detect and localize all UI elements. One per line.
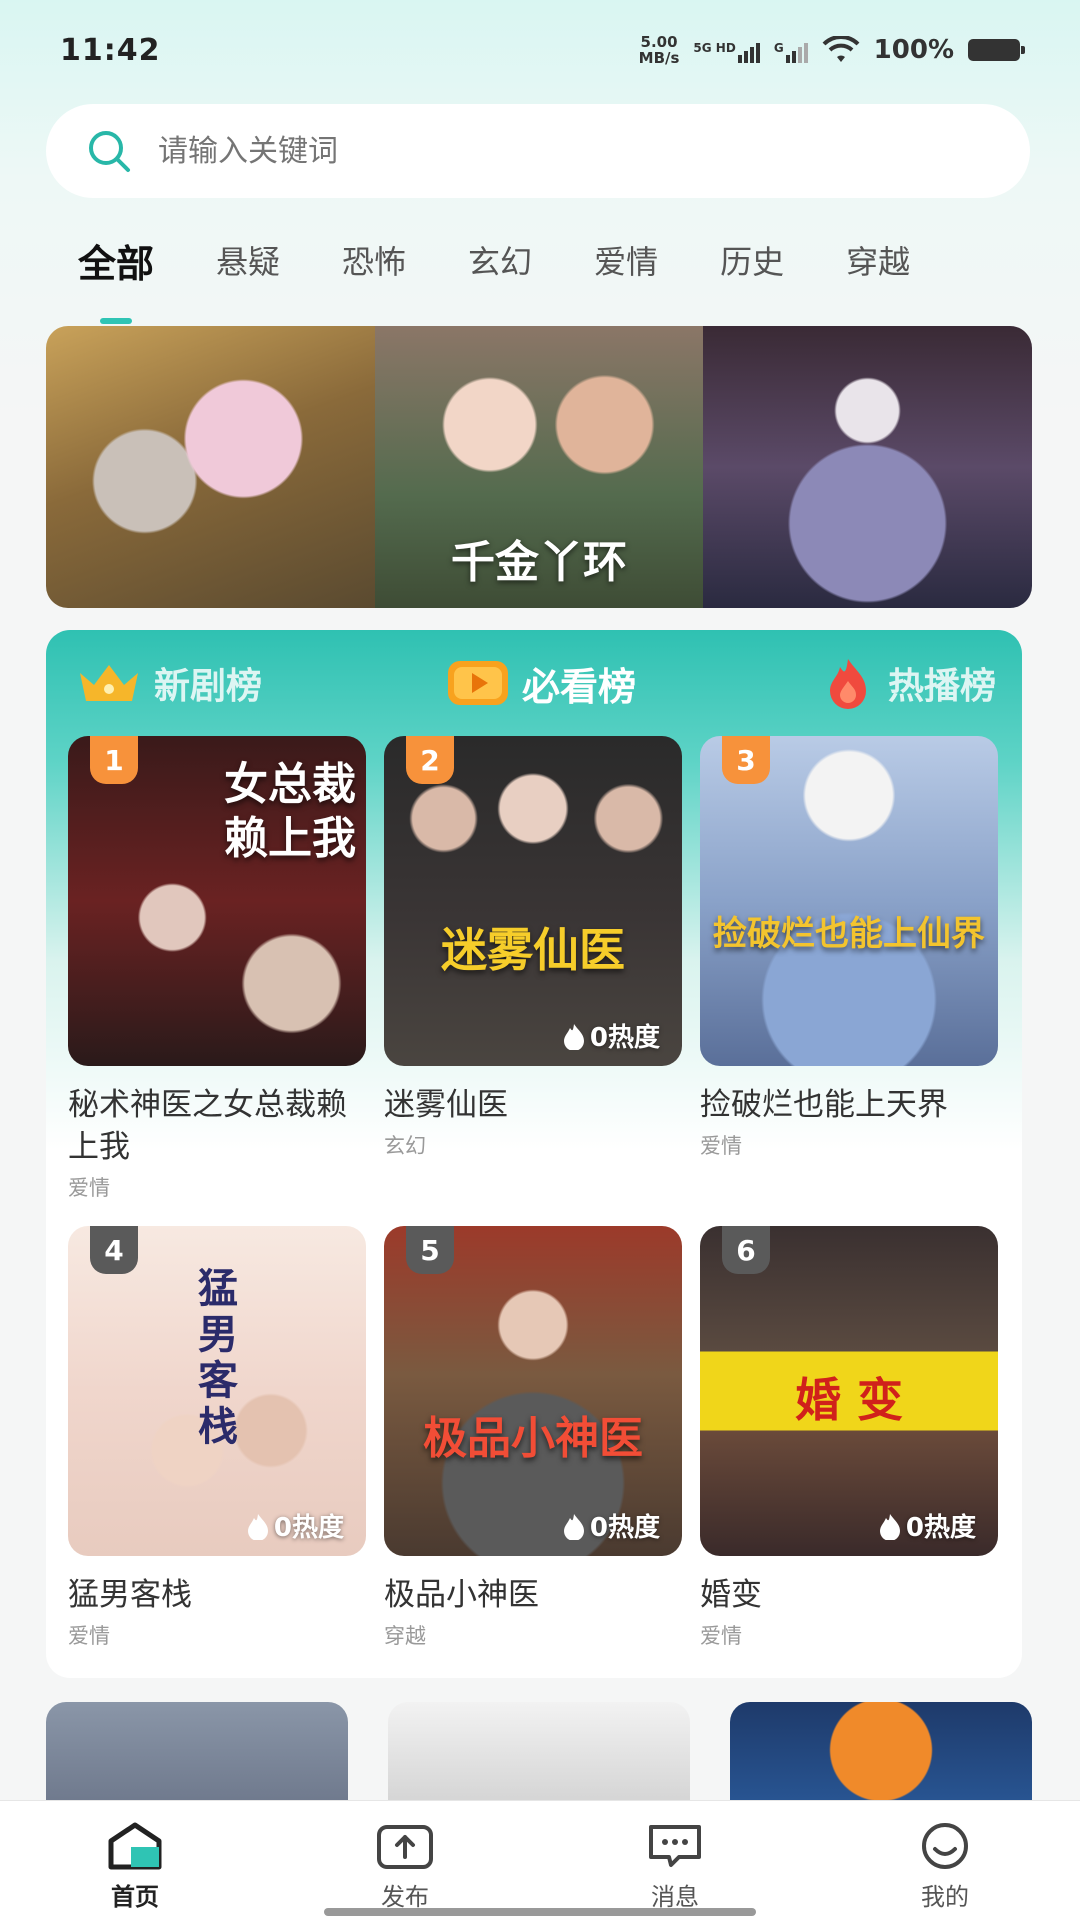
banner-carousel[interactable]: 千金丫环 (46, 326, 1032, 608)
drama-poster[interactable]: 4 猛男客栈 0热度 (68, 1226, 366, 1556)
network-speed: 5.00 MB/s (638, 33, 680, 67)
status-icons: 5.00 MB/s 5G HD G 100% (638, 33, 1025, 67)
search-icon (89, 131, 130, 172)
tab-fantasy[interactable]: 玄幻 (468, 237, 532, 283)
drama-poster[interactable]: 6 婚 变 0热度 (700, 1226, 998, 1556)
tab-history[interactable]: 历史 (720, 237, 784, 283)
crown-icon (80, 665, 138, 701)
rank-badge: 5 (406, 1226, 454, 1274)
drama-card[interactable]: 2 迷雾仙医 0热度 迷雾仙医 玄幻 (384, 736, 682, 1160)
tab-all[interactable]: 全部 (78, 233, 154, 324)
battery-icon (968, 39, 1025, 61)
drama-poster[interactable]: 3 捡破烂也能上仙界 (700, 736, 998, 1066)
drama-genre: 爱情 (700, 1134, 742, 1158)
search-bar[interactable] (46, 104, 1030, 198)
poster-title-text: 女总裁 赖上我 (224, 759, 356, 864)
heat-label: 0热度 (246, 1507, 344, 1544)
drama-title: 迷雾仙医 (384, 1087, 508, 1123)
drama-card[interactable]: 3 捡破烂也能上仙界 捡破烂也能上天界 爱情 (700, 736, 998, 1160)
poster-title-text: 捡破烂也能上仙界 (713, 914, 985, 954)
drama-title: 秘术神医之女总裁赖上我 (68, 1087, 347, 1165)
drama-title: 极品小神医 (384, 1577, 539, 1613)
nav-publish[interactable]: 发布 (325, 1821, 485, 1920)
drama-genre: 玄幻 (384, 1134, 426, 1158)
drama-genre: 爱情 (68, 1624, 110, 1648)
battery-percentage: 100% (873, 35, 954, 65)
flame-icon (563, 1023, 584, 1050)
bottom-nav: 首页 发布 消息 我的 (0, 1800, 1080, 1920)
banner-panel-2[interactable]: 千金丫环 (374, 326, 704, 608)
drama-poster[interactable]: 1 女总裁 赖上我 (68, 736, 366, 1066)
play-icon (447, 661, 508, 705)
search-input[interactable] (158, 133, 958, 169)
heat-label: 0热度 (562, 1507, 660, 1544)
poster-title-text: 猛男客栈 (198, 1265, 238, 1450)
rank-badge: 2 (406, 736, 454, 784)
nav-profile[interactable]: 我的 (865, 1821, 1025, 1920)
heat-label: 0热度 (562, 1017, 660, 1054)
home-icon (108, 1822, 162, 1870)
message-icon (649, 1825, 701, 1867)
status-bar: 11:42 5.00 MB/s 5G HD G 100% (0, 0, 1080, 100)
sim2-signal-icon: G (774, 37, 808, 63)
tab-must-watch[interactable]: 必看榜 (446, 656, 636, 711)
sim1-signal-icon: 5G HD (693, 37, 760, 63)
poster-title-text: 极品小神医 (423, 1413, 643, 1464)
drama-genre: 穿越 (384, 1624, 426, 1648)
drama-genre: 爱情 (68, 1176, 110, 1200)
drama-genre: 爱情 (700, 1624, 742, 1648)
flame-icon (563, 1513, 584, 1540)
tab-romance[interactable]: 爱情 (594, 237, 658, 283)
rank-badge: 4 (90, 1226, 138, 1274)
banner-panel-1[interactable] (46, 326, 375, 608)
heat-label: 0热度 (878, 1507, 976, 1544)
profile-icon (922, 1823, 968, 1869)
tab-new-drama[interactable]: 新剧榜 (76, 657, 262, 709)
category-tabs: 全部 悬疑 恐怖 玄幻 爱情 历史 穿越 (0, 220, 1080, 324)
upload-icon (377, 1825, 433, 1869)
tab-suspense[interactable]: 悬疑 (216, 237, 280, 283)
banner-panel-3[interactable] (703, 326, 1032, 608)
wifi-icon (822, 36, 860, 62)
drama-card[interactable]: 4 猛男客栈 0热度 猛男客栈 爱情 (68, 1226, 366, 1650)
nav-messages[interactable]: 消息 (595, 1821, 755, 1920)
drama-title: 捡破烂也能上天界 (700, 1087, 948, 1123)
drama-poster[interactable]: 5 极品小神医 0热度 (384, 1226, 682, 1556)
ranking-card: 新剧榜 必看榜 热播榜 1 女总裁 赖上我 秘术神医之女总裁赖上我 爱情 2 迷… (46, 630, 1022, 1678)
flame-icon (247, 1513, 268, 1540)
rank-badge: 6 (722, 1226, 770, 1274)
recommend-row (46, 1702, 1032, 1822)
flame-icon (879, 1513, 900, 1540)
ranking-tabs: 新剧榜 必看榜 热播榜 (46, 630, 1022, 736)
banner-caption: 千金丫环 (451, 537, 627, 588)
drama-card[interactable]: 6 婚 变 0热度 婚变 爱情 (700, 1226, 998, 1650)
nav-home[interactable]: 首页 (55, 1821, 215, 1920)
poster-title-text: 迷雾仙医 (441, 923, 625, 977)
drama-poster[interactable]: 2 迷雾仙医 0热度 (384, 736, 682, 1066)
drama-title: 婚变 (700, 1577, 762, 1613)
drama-title: 猛男客栈 (68, 1577, 192, 1613)
home-indicator[interactable] (324, 1908, 756, 1916)
tab-time-travel[interactable]: 穿越 (846, 237, 910, 283)
drama-card[interactable]: 5 极品小神医 0热度 极品小神医 穿越 (384, 1226, 682, 1650)
flame-icon (829, 659, 866, 709)
status-time: 11:42 (60, 32, 161, 68)
tab-hot[interactable]: 热播榜 (820, 655, 996, 711)
tab-horror[interactable]: 恐怖 (342, 237, 406, 283)
drama-card[interactable]: 1 女总裁 赖上我 秘术神医之女总裁赖上我 爱情 (68, 736, 366, 1202)
poster-title-text: 婚 变 (794, 1373, 903, 1427)
rank-badge: 3 (722, 736, 770, 784)
